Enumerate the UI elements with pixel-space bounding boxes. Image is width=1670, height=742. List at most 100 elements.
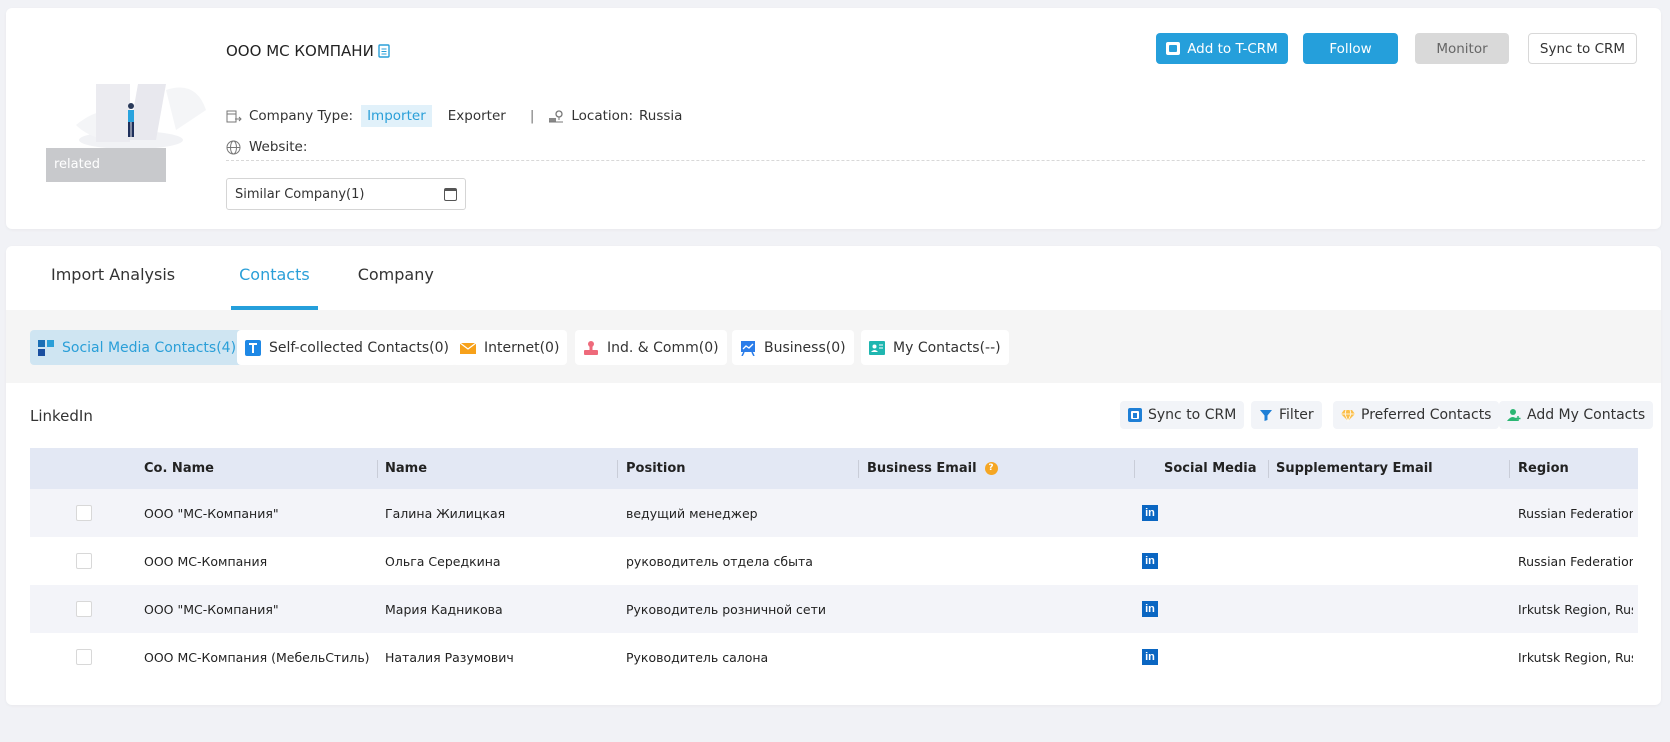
globe-icon xyxy=(226,140,242,155)
cell-position: ведущий менеджер xyxy=(626,505,758,521)
source-label: My Contacts(--) xyxy=(893,339,1001,356)
tab-bar: Import Analysis Contacts Company xyxy=(6,246,1661,310)
similar-company-label: Similar Company(1) xyxy=(235,186,365,202)
follow-button[interactable]: Follow xyxy=(1303,33,1398,64)
related-pictures-label[interactable]: related pictures(0) xyxy=(46,148,166,206)
add-to-tcrm-button[interactable]: Add to T-CRM xyxy=(1156,33,1288,64)
location-icon xyxy=(548,109,564,123)
source-label: Business(0) xyxy=(764,339,846,356)
crm-icon xyxy=(1128,408,1142,422)
help-icon[interactable]: ? xyxy=(984,462,998,475)
location-label: Location: xyxy=(571,108,634,124)
monitor-button[interactable]: Monitor xyxy=(1415,33,1509,64)
source-label: Ind. & Comm(0) xyxy=(607,339,719,356)
cell-region: Russian Federation xyxy=(1518,553,1633,569)
self-collected-icon xyxy=(245,339,261,356)
source-my-contacts[interactable]: My Contacts(--) xyxy=(861,330,1009,365)
tool-label: Preferred Contacts xyxy=(1361,407,1492,423)
tool-label: Sync to CRM xyxy=(1148,407,1237,423)
linkedin-icon[interactable]: in xyxy=(1142,553,1158,569)
col-company[interactable]: Co. Name xyxy=(144,461,214,476)
table-row[interactable]: ООО "МС-Компания" Галина Жилицкая ведущи… xyxy=(30,489,1638,537)
tab-contacts[interactable]: Contacts xyxy=(231,246,318,310)
source-self-collected[interactable]: Self-collected Contacts(0) xyxy=(237,330,457,365)
no-picture-illustration xyxy=(46,70,216,150)
cell-region: Irkutsk Region, Rus... xyxy=(1518,601,1633,617)
column-divider xyxy=(1268,460,1269,478)
copy-icon[interactable] xyxy=(378,44,390,58)
similar-company-button[interactable]: Similar Company(1) xyxy=(226,178,466,210)
sync-to-crm-button[interactable]: Sync to CRM xyxy=(1528,33,1637,64)
cell-name: Галина Жилицкая xyxy=(385,505,506,521)
cell-region: Irkutsk Region, Rus... xyxy=(1518,649,1633,665)
tool-label: Filter xyxy=(1279,407,1314,423)
row-checkbox[interactable] xyxy=(76,553,92,569)
cell-name: Мария Кадникова xyxy=(385,601,503,617)
window-icon xyxy=(444,187,457,201)
contact-source-bar: Social Media Contacts(4) Self-collected … xyxy=(6,310,1661,383)
type-exporter-tag[interactable]: Exporter xyxy=(442,105,512,127)
chart-board-icon xyxy=(740,340,756,356)
column-divider xyxy=(1509,460,1510,478)
column-divider xyxy=(858,460,859,478)
add-user-icon xyxy=(1507,408,1521,422)
tab-company[interactable]: Company xyxy=(358,246,434,310)
add-to-tcrm-label: Add to T-CRM xyxy=(1187,40,1278,57)
add-my-contacts-button[interactable]: Add My Contacts xyxy=(1499,401,1654,429)
cell-name: Наталия Разумович xyxy=(385,649,514,665)
social-media-icon xyxy=(38,339,54,356)
col-region[interactable]: Region xyxy=(1518,461,1569,476)
type-importer-tag[interactable]: Importer xyxy=(361,105,432,127)
cell-company: ООО "МС-Компания" xyxy=(144,601,279,617)
sync-to-crm-tool-button[interactable]: Sync to CRM xyxy=(1120,401,1245,429)
website-label: Website: xyxy=(249,139,308,155)
website-row: Website: xyxy=(226,136,307,158)
contacts-card: Import Analysis Contacts Company Social … xyxy=(6,246,1661,705)
contact-card-icon xyxy=(869,340,885,356)
table-row[interactable]: ООО МС-Компания Ольга Середкина руководи… xyxy=(30,537,1638,585)
col-position[interactable]: Position xyxy=(626,461,686,476)
filter-button[interactable]: Filter xyxy=(1251,401,1322,429)
col-name[interactable]: Name xyxy=(385,461,427,476)
cell-position: руководитель отдела сбыта xyxy=(626,553,813,569)
cell-name: Ольга Середкина xyxy=(385,553,501,569)
linkedin-icon[interactable]: in xyxy=(1142,601,1158,617)
col-business-email-label[interactable]: Business Email xyxy=(867,461,977,476)
cell-company: ООО МС-Компания xyxy=(144,553,268,569)
cell-position: Руководитель розничной сети xyxy=(626,601,827,617)
linkedin-icon[interactable]: in xyxy=(1142,649,1158,665)
source-business[interactable]: Business(0) xyxy=(732,330,854,365)
table-row[interactable]: ООО МС-Компания (МебельСтиль) Наталия Ра… xyxy=(30,633,1638,681)
table-header: Co. Name Name Position Business Email? S… xyxy=(30,448,1638,489)
table-row[interactable]: ООО "МС-Компания" Мария Кадникова Руково… xyxy=(30,585,1638,633)
row-checkbox[interactable] xyxy=(76,505,92,521)
tcrm-icon xyxy=(1166,42,1181,55)
section-title: LinkedIn xyxy=(30,407,93,425)
company-header-card: related pictures(0) ООО МС КОМПАНИ Compa… xyxy=(6,8,1661,229)
company-type-row: Company Type: Importer Exporter | Locati… xyxy=(226,104,682,128)
col-business-email: Business Email? xyxy=(867,461,998,476)
preferred-contacts-button[interactable]: Preferred Contacts xyxy=(1333,401,1500,429)
source-social-media[interactable]: Social Media Contacts(4) xyxy=(30,330,245,365)
envelope-icon xyxy=(459,340,477,356)
contacts-table: Co. Name Name Position Business Email? S… xyxy=(30,448,1638,681)
source-internet[interactable]: Internet(0) xyxy=(452,330,568,365)
diamond-icon xyxy=(1341,408,1355,423)
stamp-icon xyxy=(583,340,599,356)
column-divider xyxy=(1134,460,1135,478)
source-label: Internet(0) xyxy=(484,339,560,356)
column-divider xyxy=(377,460,378,478)
col-supp-email[interactable]: Supplementary Email xyxy=(1276,461,1433,476)
cell-position: Руководитель салона xyxy=(626,649,769,665)
row-checkbox[interactable] xyxy=(76,601,92,617)
tab-import-analysis[interactable]: Import Analysis xyxy=(51,246,175,310)
cell-company: ООО МС-Компания (МебельСтиль) xyxy=(144,649,369,665)
table-body: ООО "МС-Компания" Галина Жилицкая ведущи… xyxy=(30,489,1638,681)
divider: | xyxy=(529,108,535,124)
source-label: Self-collected Contacts(0) xyxy=(269,339,449,356)
company-name-text: ООО МС КОМПАНИ xyxy=(226,42,374,60)
col-social-media[interactable]: Social Media xyxy=(1164,461,1257,476)
source-ind-comm[interactable]: Ind. & Comm(0) xyxy=(575,330,727,365)
linkedin-icon[interactable]: in xyxy=(1142,505,1158,521)
row-checkbox[interactable] xyxy=(76,649,92,665)
